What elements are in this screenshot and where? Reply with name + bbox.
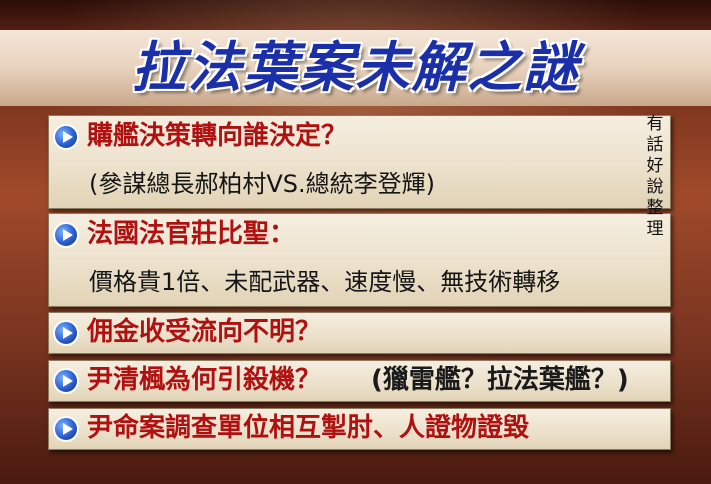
item-headline: 佣金收受流向不明？: [87, 317, 322, 347]
play-bullet-icon: [53, 416, 79, 442]
item-detail: (參謀總長郝柏村VS.總統李登輝): [89, 170, 436, 198]
item-detail: 價格貴1倍、未配武器、速度慢、無技術轉移: [89, 268, 561, 296]
list-item: 尹命案調查單位相互掣肘、人證物證毀: [48, 408, 671, 450]
list-item: 尹清楓為何引殺機？ (獵雷艦？拉法葉艦？): [48, 360, 671, 402]
item-headline: 購艦決策轉向誰決定？: [87, 121, 348, 151]
item-headline: 尹命案調查單位相互掣肘、人證物證毀: [87, 413, 530, 443]
list-item: 購艦決策轉向誰決定？ (參謀總長郝柏村VS.總統李登輝): [48, 115, 671, 209]
item-detail: (獵雷艦？拉法葉艦？): [371, 365, 629, 395]
item-headline: 尹清楓為何引殺機？: [87, 365, 322, 395]
list-item: 法國法官莊比聖： 價格貴1倍、未配武器、速度慢、無技術轉移: [48, 213, 671, 307]
play-bullet-icon: [53, 368, 79, 394]
list-item: 佣金收受流向不明？: [48, 312, 671, 354]
page-title: 拉法葉案未解之謎: [131, 36, 580, 99]
play-bullet-icon: [53, 320, 79, 346]
play-bullet-icon: [53, 222, 79, 248]
side-note: 有話好說整理: [646, 114, 664, 239]
item-headline: 法國法官莊比聖：: [87, 219, 296, 249]
play-bullet-icon: [53, 124, 79, 150]
